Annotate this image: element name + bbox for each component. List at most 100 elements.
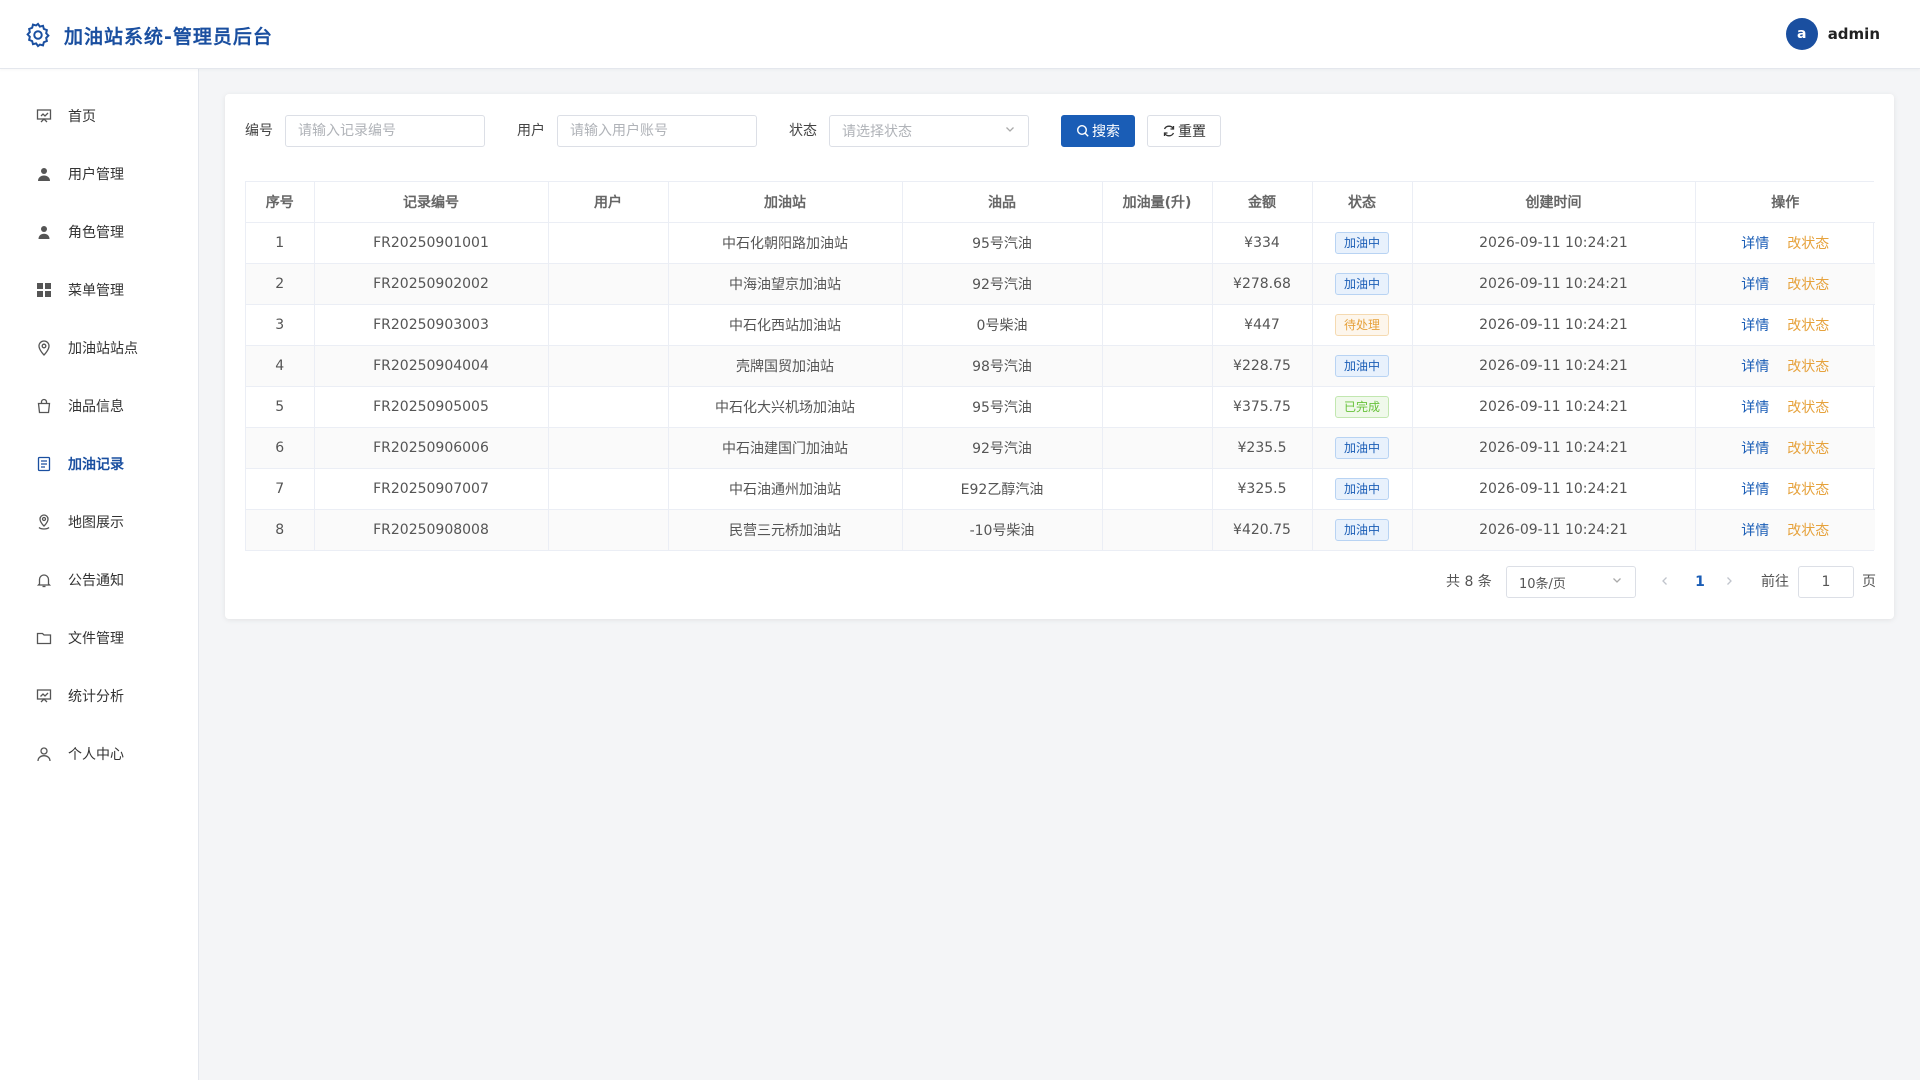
avatar[interactable]: a: [1785, 18, 1818, 50]
cell-actions: 详情 改状态: [1695, 386, 1875, 428]
gear-icon: [24, 21, 52, 49]
change-status-link[interactable]: 改状态: [1787, 318, 1829, 334]
change-status-link[interactable]: 改状态: [1787, 359, 1829, 375]
grid-icon: [35, 281, 53, 299]
column-header: 加油站: [668, 182, 903, 223]
search-button[interactable]: 搜索: [1061, 115, 1135, 147]
change-status-link[interactable]: 改状态: [1787, 236, 1829, 252]
change-status-link[interactable]: 改状态: [1787, 523, 1829, 539]
cell-no: 7: [246, 468, 315, 510]
sidebar-item-label: 文件管理: [68, 631, 124, 647]
status-badge: 加油中: [1334, 518, 1389, 541]
cell-actions: 详情 改状态: [1695, 222, 1875, 264]
table-row: 8 FR20250908008 民营三元桥加油站 -10号柴油 ¥420.75 加油中 20…: [246, 509, 1875, 550]
cell-volume: [1102, 263, 1213, 305]
cell-oil: 92号汽油: [902, 263, 1103, 305]
change-status-link[interactable]: 改状态: [1787, 441, 1829, 457]
sidebar-item-label: 统计分析: [68, 689, 124, 705]
status-select[interactable]: 请选择状态: [829, 115, 1029, 147]
status-badge: 待处理: [1334, 313, 1389, 336]
user-icon: [35, 165, 53, 183]
detail-link[interactable]: 详情: [1741, 236, 1769, 252]
status-badge: 加油中: [1334, 272, 1389, 295]
sidebar-item-files[interactable]: 文件管理: [0, 616, 198, 660]
cell-user: [548, 468, 669, 510]
sidebar-item-label: 加油记录: [68, 457, 124, 473]
detail-link[interactable]: 详情: [1741, 277, 1769, 293]
cell-volume: [1102, 509, 1213, 550]
sidebar-item-roles[interactable]: 角色管理: [0, 210, 198, 254]
cell-status: 已完成: [1312, 386, 1413, 428]
cell-code: FR20250905005: [314, 386, 549, 428]
cell-amount: ¥228.75: [1212, 345, 1313, 387]
cell-created: 2026-09-11 10:24:21: [1412, 509, 1696, 550]
cell-volume: [1102, 427, 1213, 469]
cell-actions: 详情 改状态: [1695, 263, 1875, 305]
sidebar-item-label: 个人中心: [68, 747, 124, 763]
username[interactable]: admin: [1828, 25, 1880, 43]
sidebar: 首页 用户管理 角色管理 菜单管理 加油站站点 油品信息 加油记录 地图展示 公…: [0, 69, 199, 1080]
detail-link[interactable]: 详情: [1741, 318, 1769, 334]
cell-station: 中石油建国门加油站: [668, 427, 903, 469]
code-filter-label: 编号: [245, 123, 273, 139]
pagination-total: 共 8 条: [1446, 574, 1492, 590]
status-badge: 加油中: [1334, 436, 1389, 459]
cell-actions: 详情 改状态: [1695, 468, 1875, 510]
change-status-link[interactable]: 改状态: [1787, 482, 1829, 498]
sidebar-item-home[interactable]: 首页: [0, 94, 198, 138]
prev-page-button[interactable]: [1655, 566, 1675, 598]
detail-link[interactable]: 详情: [1741, 359, 1769, 375]
detail-link[interactable]: 详情: [1741, 523, 1769, 539]
cell-volume: [1102, 345, 1213, 387]
change-status-link[interactable]: 改状态: [1787, 277, 1829, 293]
cell-volume: [1102, 304, 1213, 346]
cell-station: 中石化西站加油站: [668, 304, 903, 346]
detail-link[interactable]: 详情: [1741, 400, 1769, 416]
sidebar-item-users[interactable]: 用户管理: [0, 152, 198, 196]
cell-code: FR20250906006: [314, 427, 549, 469]
cell-oil: 92号汽油: [902, 427, 1103, 469]
change-status-link[interactable]: 改状态: [1787, 400, 1829, 416]
code-search-input[interactable]: [285, 115, 485, 147]
reset-button[interactable]: 重置: [1147, 115, 1221, 147]
page-number-current[interactable]: 1: [1689, 566, 1711, 598]
person-icon: [35, 745, 53, 763]
cell-amount: ¥447: [1212, 304, 1313, 346]
role-icon: [35, 223, 53, 241]
sidebar-item-stations[interactable]: 加油站站点: [0, 326, 198, 370]
cell-station: 中石化朝阳路加油站: [668, 222, 903, 264]
status-badge: 加油中: [1334, 477, 1389, 500]
cell-oil: 98号汽油: [902, 345, 1103, 387]
sidebar-item-oil[interactable]: 油品信息: [0, 384, 198, 428]
column-header: 操作: [1695, 182, 1875, 223]
next-page-button[interactable]: [1719, 566, 1739, 598]
records-card: 编号 用户 状态 请选择状态 搜索 重置 序号 记录编号 用户 加油站: [225, 94, 1894, 619]
sidebar-item-map[interactable]: 地图展示: [0, 500, 198, 544]
cell-created: 2026-09-11 10:24:21: [1412, 263, 1696, 305]
chevron-right-icon: [1724, 574, 1734, 590]
cell-status: 加油中: [1312, 468, 1413, 510]
goto-page-input[interactable]: [1798, 566, 1854, 598]
user-search-input[interactable]: [557, 115, 757, 147]
sidebar-item-stats[interactable]: 统计分析: [0, 674, 198, 718]
cell-user: [548, 222, 669, 264]
user-menu[interactable]: a admin: [1785, 18, 1880, 50]
cell-actions: 详情 改状态: [1695, 304, 1875, 346]
cell-actions: 详情 改状态: [1695, 427, 1875, 469]
cell-volume: [1102, 468, 1213, 510]
sidebar-item-notices[interactable]: 公告通知: [0, 558, 198, 602]
cell-user: [548, 304, 669, 346]
detail-link[interactable]: 详情: [1741, 482, 1769, 498]
document-icon: [35, 455, 53, 473]
detail-link[interactable]: 详情: [1741, 441, 1769, 457]
sidebar-item-records[interactable]: 加油记录: [0, 442, 198, 486]
column-header: 加油量(升): [1102, 182, 1213, 223]
sidebar-item-menus[interactable]: 菜单管理: [0, 268, 198, 312]
column-header: 用户: [548, 182, 669, 223]
brand: 加油站系统-管理员后台: [24, 20, 273, 50]
page-size-select[interactable]: 10条/页: [1506, 566, 1636, 598]
sidebar-item-label: 用户管理: [68, 167, 124, 183]
sidebar-item-label: 角色管理: [68, 225, 124, 241]
sidebar-item-profile[interactable]: 个人中心: [0, 732, 198, 776]
table-row: 4 FR20250904004 壳牌国贸加油站 98号汽油 ¥228.75 加油中 2026…: [246, 345, 1875, 387]
